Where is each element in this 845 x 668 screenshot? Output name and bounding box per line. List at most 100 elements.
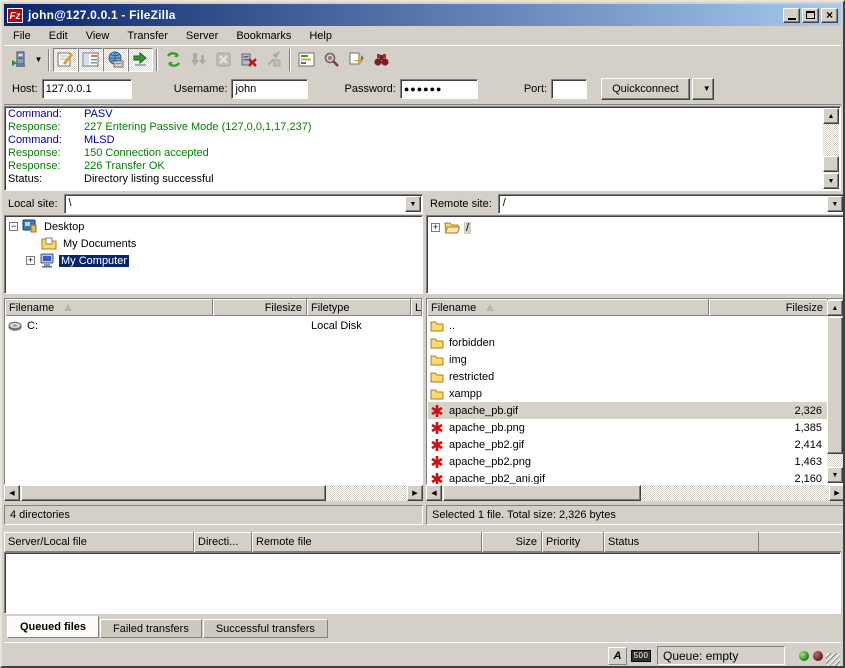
column-header-filesize[interactable]: Filesize — [213, 299, 307, 316]
column-header-status[interactable]: Status — [604, 532, 759, 552]
menu-help[interactable]: Help — [300, 28, 341, 44]
scroll-right-button[interactable]: ▶ — [407, 485, 423, 501]
disconnect-button[interactable] — [236, 48, 261, 72]
quickconnect-button[interactable]: Quickconnect — [601, 78, 690, 100]
scroll-thumb[interactable] — [21, 485, 326, 501]
scroll-down-button[interactable]: ▼ — [827, 467, 843, 483]
tree-item-label: / — [464, 222, 471, 234]
process-queue-button[interactable] — [186, 48, 211, 72]
scroll-left-button[interactable]: ◀ — [4, 485, 20, 501]
file-row[interactable]: apache_pb2.gif 2,414 — [428, 436, 827, 453]
scroll-thumb[interactable] — [443, 485, 641, 501]
tab-successful-transfers[interactable]: Successful transfers — [203, 619, 328, 638]
filter-button[interactable] — [294, 48, 319, 72]
chevron-down-icon: ▼ — [832, 201, 839, 208]
toggle-queue-button[interactable] — [128, 48, 153, 72]
toggle-local-tree-button[interactable] — [78, 48, 103, 72]
scroll-thumb[interactable] — [827, 317, 843, 454]
remote-vertical-scrollbar[interactable]: ▲ ▼ — [827, 300, 843, 483]
password-input[interactable] — [400, 79, 478, 99]
file-row[interactable]: apache_pb2_ani.gif 2,160 — [428, 470, 827, 485]
toggle-remote-tree-button[interactable] — [103, 48, 128, 72]
cancel-button[interactable] — [211, 48, 236, 72]
file-row-selected[interactable]: apache_pb.gif 2,326 — [428, 402, 827, 419]
menu-file[interactable]: File — [4, 28, 40, 44]
file-row[interactable]: xampp — [428, 385, 827, 402]
site-manager-dropdown-button[interactable]: ▼ — [32, 48, 45, 72]
speed-limit-indicator-icon[interactable]: 500 — [631, 650, 651, 662]
queue-list[interactable] — [4, 552, 841, 614]
log-line: Command:PASV — [8, 108, 837, 121]
local-site-dropdown-button[interactable]: ▼ — [405, 196, 421, 212]
column-header-remote-file[interactable]: Remote file — [252, 532, 482, 552]
scroll-thumb[interactable] — [823, 156, 839, 172]
minimize-button[interactable] — [783, 8, 800, 23]
tree-item-my-computer[interactable]: + My Computer — [9, 252, 422, 269]
quickconnect-dropdown-button[interactable]: ▼ — [692, 78, 714, 100]
collapse-icon[interactable]: − — [9, 222, 18, 231]
close-button[interactable]: × — [821, 8, 838, 23]
app-icon: Fz — [7, 8, 23, 23]
scroll-up-button[interactable]: ▲ — [823, 108, 839, 124]
local-tree-icon — [82, 51, 99, 68]
site-manager-button[interactable] — [7, 48, 32, 72]
tab-failed-transfers[interactable]: Failed transfers — [100, 619, 202, 638]
column-header-filename[interactable]: Filename — [427, 299, 709, 316]
file-row[interactable]: apache_pb2.png 1,463 — [428, 453, 827, 470]
column-header-filename[interactable]: Filename — [5, 299, 213, 316]
scroll-down-button[interactable]: ▼ — [823, 173, 839, 189]
refresh-button[interactable] — [161, 48, 186, 72]
sync-browse-button[interactable] — [344, 48, 369, 72]
file-size: 1,385 — [727, 422, 827, 434]
toggle-message-log-button[interactable] — [53, 48, 78, 72]
menu-server[interactable]: Server — [177, 28, 227, 44]
maximize-button[interactable] — [802, 8, 819, 23]
remote-horizontal-scrollbar[interactable]: ◀ ▶ — [426, 485, 845, 501]
remote-tree: + / — [426, 215, 845, 294]
host-input[interactable] — [42, 79, 132, 99]
tree-item-root[interactable]: + / — [431, 219, 844, 236]
file-row[interactable]: restricted — [428, 368, 827, 385]
remote-site-dropdown-button[interactable]: ▼ — [827, 196, 843, 212]
image-file-icon — [430, 421, 446, 435]
expand-icon[interactable]: + — [431, 223, 440, 232]
resize-grip[interactable] — [826, 653, 840, 667]
remote-site-combo[interactable]: / ▼ — [498, 194, 845, 214]
expand-icon[interactable]: + — [26, 256, 35, 265]
column-header-server-local-file[interactable]: Server/Local file — [4, 532, 194, 552]
image-file-icon — [430, 404, 446, 418]
tree-item-my-documents[interactable]: My Documents — [9, 235, 422, 252]
log-scrollbar[interactable]: ▲ ▼ — [823, 108, 839, 189]
scroll-left-button[interactable]: ◀ — [426, 485, 442, 501]
column-header-filesize[interactable]: Filesize — [709, 299, 828, 316]
local-horizontal-scrollbar[interactable]: ◀ ▶ — [4, 485, 423, 501]
menu-transfer[interactable]: Transfer — [118, 28, 177, 44]
column-header-priority[interactable]: Priority — [542, 532, 604, 552]
column-header-last-modified[interactable]: L — [411, 299, 422, 316]
find-files-button[interactable] — [369, 48, 394, 72]
tree-item-desktop[interactable]: − Desktop — [9, 218, 422, 235]
port-input[interactable] — [551, 79, 587, 99]
local-site-combo[interactable]: \ ▼ — [64, 194, 423, 214]
username-input[interactable] — [231, 79, 308, 99]
file-row[interactable]: .. — [428, 317, 827, 334]
file-row[interactable]: forbidden — [428, 334, 827, 351]
scroll-up-button[interactable]: ▲ — [827, 300, 843, 316]
file-row-c-drive[interactable]: C: Local Disk — [6, 317, 421, 334]
folder-icon — [430, 387, 446, 401]
column-header-direction[interactable]: Directi... — [194, 532, 252, 552]
message-log-icon — [57, 51, 74, 68]
menu-bookmarks[interactable]: Bookmarks — [227, 28, 300, 44]
column-header-size[interactable]: Size — [482, 532, 542, 552]
tab-queued-files[interactable]: Queued files — [7, 616, 99, 638]
compare-button[interactable] — [319, 48, 344, 72]
file-row[interactable]: img — [428, 351, 827, 368]
menu-edit[interactable]: Edit — [40, 28, 77, 44]
scroll-right-button[interactable]: ▶ — [829, 485, 845, 501]
menu-view[interactable]: View — [77, 28, 119, 44]
reconnect-button[interactable] — [261, 48, 286, 72]
file-row[interactable]: apache_pb.png 1,385 — [428, 419, 827, 436]
transfer-type-indicator-icon[interactable]: A — [608, 647, 627, 665]
password-label: Password: — [344, 83, 395, 95]
column-header-filetype[interactable]: Filetype — [307, 299, 411, 316]
